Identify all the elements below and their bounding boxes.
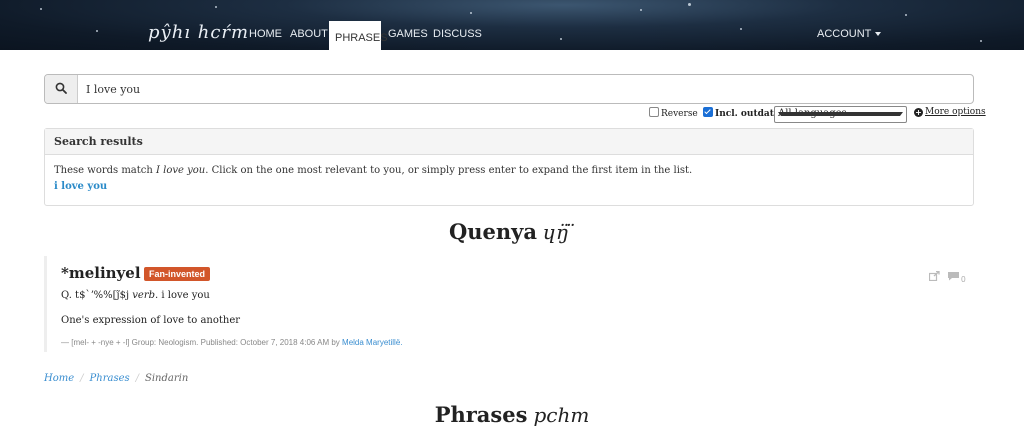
entry-meta: — [mel- + -nye + -l] Group: Neologism. P… <box>61 338 403 347</box>
comment-icon[interactable] <box>947 271 960 281</box>
nav-phrases[interactable]: PHRASES <box>329 21 388 50</box>
entry-author-link[interactable]: Melda Maryetillë. <box>342 338 402 347</box>
entry-title[interactable]: *melinyel <box>61 264 141 282</box>
comment-count: 0 <box>961 275 966 284</box>
search-box <box>44 74 974 104</box>
breadcrumb-separator: / <box>135 373 139 384</box>
entry-part-of-speech: verb. <box>132 290 159 301</box>
entry-definition: Q. t$`ʼ%%[j̃$j verb. i love you <box>61 290 210 301</box>
search-input[interactable] <box>86 80 946 98</box>
gloss-entry: *melinyel Fan-invented Q. t$`ʼ%%[j̃$j ve… <box>44 256 975 352</box>
search-results-title: Search results <box>54 135 143 148</box>
breadcrumb: Home / Phrases / Sindarin <box>44 373 188 384</box>
search-results-header: Search results <box>45 129 973 155</box>
plus-circle-icon: + <box>914 108 923 117</box>
results-text-before: These words match <box>54 165 157 176</box>
phrases-tengwar: pchm <box>533 403 590 427</box>
search-results-message: These words match I love you. Click on t… <box>54 165 692 176</box>
entry-gloss: i love you <box>161 290 210 301</box>
quenya-heading: Quenya ɥŋ̈ ̈ <box>0 219 1024 244</box>
breadcrumb-home[interactable]: Home <box>44 373 74 384</box>
quenya-tengwar: ɥŋ̈ ̈ <box>542 220 576 244</box>
nav-account-label: ACCOUNT <box>817 28 872 40</box>
reverse-checkbox[interactable] <box>649 107 659 117</box>
entry-description: One's expression of love to another <box>61 315 241 326</box>
search-results-panel: Search results These words match I love … <box>44 128 974 206</box>
nav-games[interactable]: GAMES <box>388 28 428 40</box>
entry-meta-text: — [mel- + -nye + -l] Group: Neologism. P… <box>61 338 343 347</box>
language-select[interactable]: All languages <box>774 106 907 123</box>
incl-outdated-checkbox[interactable] <box>703 107 713 117</box>
nav-account[interactable]: ACCOUNT <box>817 28 882 40</box>
breadcrumb-current: Sindarin <box>145 373 189 384</box>
entry-tengwar: Q. t$`ʼ%%[j̃$j <box>61 290 130 301</box>
result-link-i-love-you[interactable]: i love you <box>54 181 107 192</box>
nav-home[interactable]: HOME <box>249 28 282 40</box>
caret-down-icon <box>875 32 882 37</box>
results-query: I love you <box>156 165 206 176</box>
share-icon[interactable] <box>929 270 940 281</box>
fan-invented-badge: Fan-invented <box>144 267 211 281</box>
reverse-option[interactable]: Reverse <box>649 107 698 119</box>
reverse-label: Reverse <box>661 109 698 119</box>
search-button[interactable] <box>45 75 78 103</box>
nav-about[interactable]: ABOUT <box>290 28 328 40</box>
nav-discuss[interactable]: DISCUSS <box>433 28 482 40</box>
nav-phrases-label: PHRASES <box>335 32 388 44</box>
phrases-title: Phrases <box>434 402 528 427</box>
more-options-label: More options <box>925 107 986 117</box>
entry-tools: 0 <box>929 265 966 284</box>
breadcrumb-separator: / <box>80 373 84 384</box>
more-options-link[interactable]: + More options <box>914 107 986 117</box>
search-icon <box>55 82 67 94</box>
results-text-after: . Click on the one most relevant to you,… <box>205 165 693 176</box>
quenya-title: Quenya <box>448 219 537 244</box>
top-navbar: pŷhı hcŕm HOME ABOUT PHRASES GAMES DISCU… <box>0 0 1024 50</box>
chevron-down-icon <box>778 112 903 116</box>
phrases-heading: Phrases pchm <box>0 402 1024 427</box>
breadcrumb-phrases[interactable]: Phrases <box>90 373 130 384</box>
site-logo[interactable]: pŷhı hcŕm <box>148 22 249 43</box>
